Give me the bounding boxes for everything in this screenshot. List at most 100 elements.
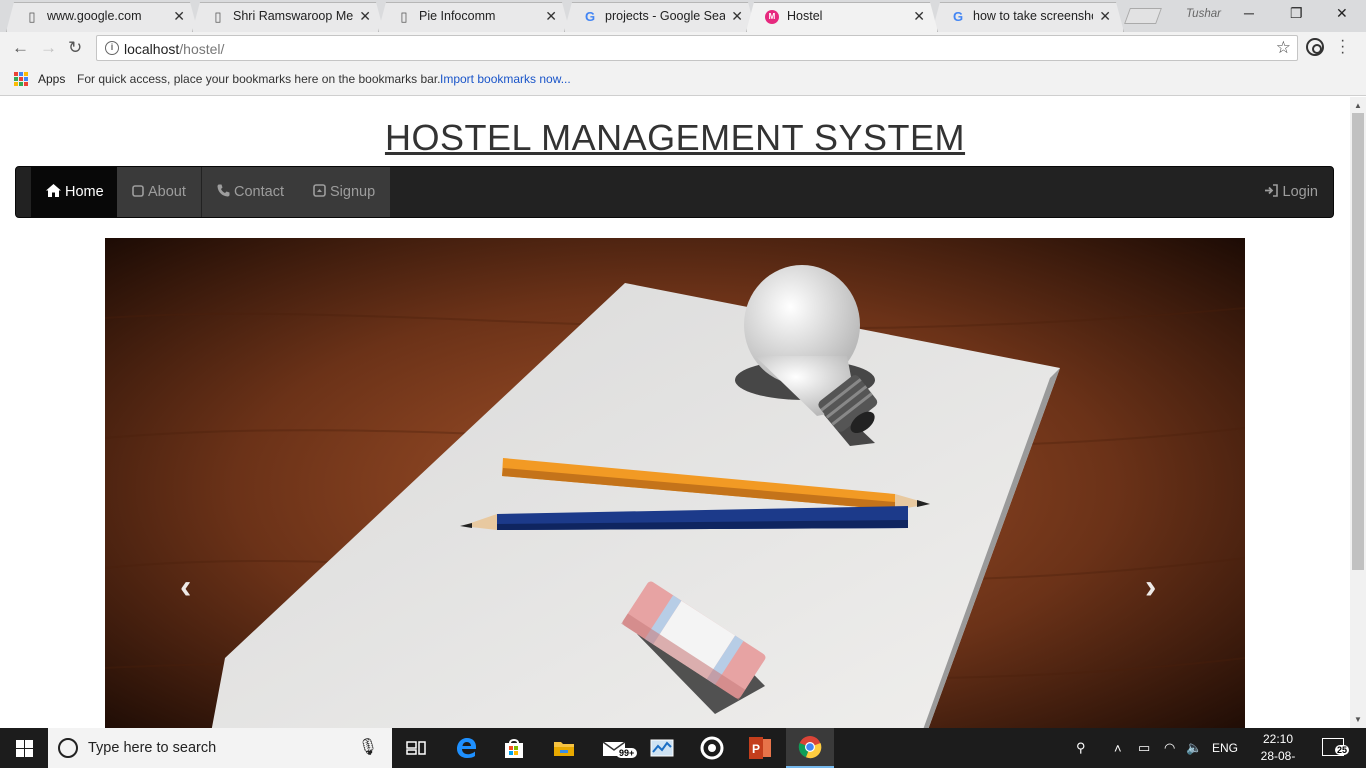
site-navbar: Home About Contact Signup Login	[15, 166, 1334, 218]
home-icon	[46, 184, 61, 200]
tab-title: Hostel	[787, 9, 823, 23]
scrollbar-thumb[interactable]	[1352, 113, 1364, 570]
import-bookmarks-link[interactable]: Import bookmarks now...	[440, 72, 571, 86]
scroll-down-icon[interactable]: ▼	[1354, 715, 1362, 724]
browser-tab-active[interactable]: M Hostel ✕	[746, 2, 938, 32]
tab-title: Shri Ramswaroop Mem	[233, 9, 353, 23]
page-scrollbar[interactable]: ▲ ▼	[1350, 97, 1366, 728]
search-placeholder: Type here to search	[88, 740, 217, 756]
checkbox-icon	[132, 184, 144, 200]
people-icon[interactable]: ⚲	[1076, 728, 1086, 768]
nav-signup-label: Signup	[330, 184, 376, 200]
extension-icon[interactable]	[1306, 38, 1324, 56]
media-player-icon[interactable]	[688, 728, 736, 768]
nav-login-label: Login	[1282, 184, 1318, 200]
battery-icon[interactable]: ▭	[1138, 728, 1150, 768]
performance-monitor-icon[interactable]	[638, 728, 686, 768]
menu-icon[interactable]: · · ·	[1340, 33, 1345, 61]
nav-home-label: Home	[65, 184, 104, 200]
nav-contact-label: Contact	[234, 184, 284, 200]
url-text[interactable]: localhost/hostel/	[124, 41, 224, 57]
tab-title: projects - Google Searc	[605, 9, 725, 23]
system-clock[interactable]: 22:10 28-08-2018	[1248, 731, 1308, 782]
browser-tab[interactable]: ▯ www.google.com ✕	[6, 2, 198, 32]
close-tab-icon[interactable]: ✕	[545, 8, 557, 25]
page-viewport: HOSTEL MANAGEMENT SYSTEM Home About Cont…	[0, 97, 1350, 728]
start-button[interactable]	[0, 728, 48, 768]
language-indicator[interactable]: ENG	[1212, 728, 1238, 768]
browser-tab[interactable]: G how to take screenshot ✕	[932, 2, 1124, 32]
info-icon[interactable]: i	[105, 41, 119, 55]
apps-grid-icon[interactable]	[14, 72, 28, 86]
action-center-icon[interactable]: 25	[1322, 738, 1350, 756]
page-icon: ▯	[28, 9, 36, 24]
google-icon: G	[584, 9, 596, 24]
restore-icon[interactable]: ❐	[1290, 5, 1303, 22]
nav-signup[interactable]: Signup	[298, 167, 391, 217]
tab-title: how to take screenshot	[973, 9, 1093, 23]
nav-login[interactable]: Login	[1249, 167, 1333, 217]
cortana-icon	[58, 738, 78, 758]
reload-icon[interactable]: ↻	[68, 38, 82, 58]
clock-time: 22:10	[1262, 732, 1294, 746]
mail-unread-badge: 99+	[616, 748, 638, 758]
address-bar[interactable]: i localhost/hostel/ ☆	[96, 35, 1298, 61]
powerpoint-icon[interactable]: P	[736, 728, 784, 768]
wifi-icon[interactable]: ◠	[1164, 728, 1175, 768]
show-hidden-icons[interactable]: ˄	[1114, 728, 1122, 768]
phone-icon	[217, 184, 230, 200]
nav-about-label: About	[148, 184, 186, 200]
apps-link[interactable]: Apps	[38, 72, 65, 86]
close-tab-icon[interactable]: ✕	[913, 8, 925, 25]
clock-date: 28-08-2018	[1260, 749, 1296, 780]
profile-name[interactable]: Tushar	[1186, 8, 1221, 20]
windows-logo-icon	[15, 739, 33, 757]
new-tab-button[interactable]	[1124, 8, 1162, 24]
browser-toolbar: ← → ↻ i localhost/hostel/ ☆ · · ·	[0, 32, 1366, 64]
close-tab-icon[interactable]: ✕	[1099, 8, 1111, 25]
browser-tab[interactable]: G projects - Google Searc ✕	[564, 2, 756, 32]
google-icon: G	[952, 9, 964, 24]
close-window-icon[interactable]: ✕	[1336, 5, 1348, 22]
bookmarks-bar: Apps For quick access, place your bookma…	[0, 64, 1366, 96]
close-tab-icon[interactable]: ✕	[731, 8, 743, 25]
minimize-icon[interactable]: ─	[1244, 5, 1254, 21]
close-tab-icon[interactable]: ✕	[173, 8, 185, 25]
forward-icon[interactable]: →	[40, 38, 57, 58]
taskbar-search-box[interactable]: Type here to search 🎙	[48, 728, 392, 768]
page-title: HOSTEL MANAGEMENT SYSTEM	[384, 117, 966, 158]
carousel-slide-image	[105, 238, 1245, 728]
chrome-taskbar-icon[interactable]	[786, 728, 834, 768]
back-icon[interactable]: ←	[12, 38, 29, 58]
volume-icon[interactable]: 🔈	[1186, 728, 1202, 768]
windows-taskbar: Type here to search 🎙 99+ P ⚲ ˄ ▭ ◠ 🔈 EN…	[0, 728, 1366, 780]
nav-about[interactable]: About	[117, 167, 201, 217]
edge-icon[interactable]	[442, 728, 490, 768]
login-icon	[1264, 184, 1279, 200]
carousel-prev-icon[interactable]: ‹	[180, 568, 191, 607]
tab-title: www.google.com	[47, 9, 142, 23]
page-icon: ▯	[214, 9, 222, 24]
image-carousel: ‹ ›	[105, 238, 1245, 728]
browser-tab[interactable]: ▯ Shri Ramswaroop Mem ✕	[192, 2, 384, 32]
notification-count: 25	[1335, 745, 1350, 755]
browser-tab[interactable]: ▯ Pie Infocomm ✕	[378, 2, 570, 32]
mail-icon[interactable]: 99+	[590, 728, 638, 768]
signup-icon	[313, 184, 326, 200]
svg-text:P: P	[752, 742, 760, 756]
close-tab-icon[interactable]: ✕	[359, 8, 371, 25]
carousel-next-icon[interactable]: ›	[1145, 568, 1156, 607]
browser-tab-strip: ▯ www.google.com ✕ ▯ Shri Ramswaroop Mem…	[0, 0, 1366, 32]
scroll-up-icon[interactable]: ▲	[1354, 101, 1362, 110]
bookmark-star-icon[interactable]: ☆	[1276, 38, 1291, 58]
nav-home[interactable]: Home	[31, 167, 119, 217]
hostel-icon: M	[765, 10, 779, 24]
file-explorer-icon[interactable]	[540, 728, 588, 768]
page-icon: ▯	[400, 9, 408, 24]
store-icon[interactable]	[490, 728, 538, 768]
bookmarks-hint: For quick access, place your bookmarks h…	[77, 72, 441, 86]
nav-contact[interactable]: Contact	[202, 167, 299, 217]
task-view-icon[interactable]	[392, 728, 440, 768]
microphone-icon[interactable]: 🎙	[358, 737, 378, 757]
tab-title: Pie Infocomm	[419, 9, 496, 23]
